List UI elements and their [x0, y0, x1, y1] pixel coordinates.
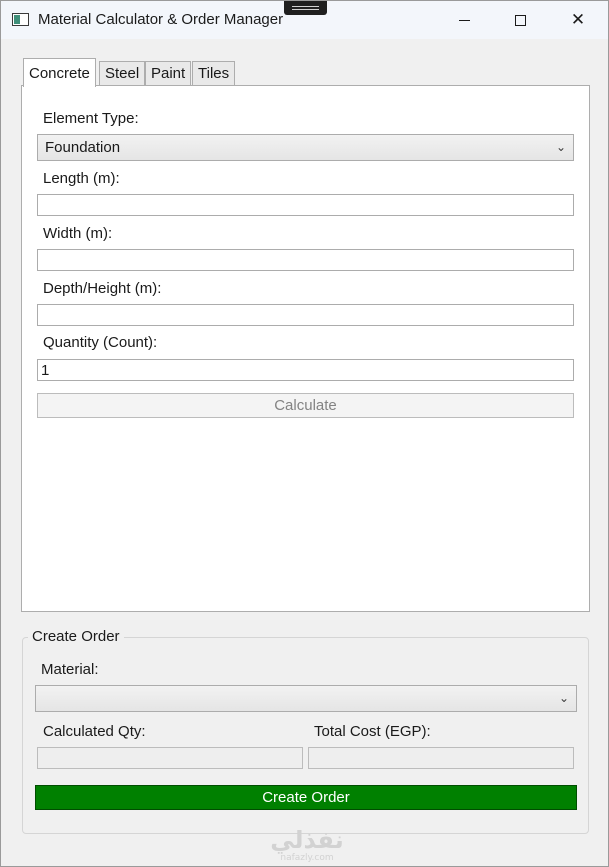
tab-steel[interactable]: Steel	[99, 61, 146, 86]
total-cost-field[interactable]	[308, 747, 574, 769]
element-type-value: Foundation	[45, 139, 121, 156]
app-window-icon	[12, 13, 29, 26]
length-input[interactable]	[37, 194, 574, 216]
quantity-input[interactable]: 1	[37, 359, 574, 381]
title-bar[interactable]: Material Calculator & Order Manager ✕	[1, 1, 608, 39]
watermark-sub: nafazly.com	[280, 853, 334, 863]
element-type-label: Element Type:	[43, 110, 139, 127]
tab-tiles[interactable]: Tiles	[192, 61, 236, 86]
material-select[interactable]: ⌄	[35, 685, 577, 712]
window-title: Material Calculator & Order Manager	[38, 11, 284, 28]
tab-paint[interactable]: Paint	[145, 61, 192, 86]
watermark-main: نفذلي	[270, 826, 344, 854]
calculate-button[interactable]: Calculate	[37, 393, 574, 418]
material-label: Material:	[41, 661, 99, 678]
maximize-button[interactable]	[491, 1, 549, 39]
minimize-icon	[458, 19, 470, 21]
tab-concrete[interactable]: Concrete	[23, 58, 96, 87]
calculated-qty-field[interactable]	[37, 747, 303, 769]
create-order-title: Create Order	[28, 628, 124, 645]
depth-height-input[interactable]	[37, 304, 574, 326]
quantity-label: Quantity (Count):	[43, 334, 158, 351]
depth-height-label: Depth/Height (m):	[43, 280, 162, 297]
chevron-down-icon: ⌄	[555, 140, 566, 154]
snap-handle[interactable]	[284, 1, 327, 15]
element-type-select[interactable]: Foundation ⌄	[37, 134, 574, 161]
total-cost-label: Total Cost (EGP):	[314, 723, 431, 740]
chevron-down-icon: ⌄	[558, 691, 569, 705]
width-label: Width (m):	[43, 225, 113, 242]
length-label: Length (m):	[43, 170, 120, 187]
width-input[interactable]	[37, 249, 574, 271]
maximize-icon	[514, 14, 526, 26]
app-window: Material Calculator & Order Manager ✕ Co…	[0, 0, 609, 867]
watermark-logo: نفذلي nafazly.com	[267, 827, 347, 867]
calculated-qty-label: Calculated Qty:	[43, 723, 146, 740]
close-button[interactable]: ✕	[549, 1, 607, 39]
close-icon: ✕	[570, 9, 586, 30]
create-order-button[interactable]: Create Order	[35, 785, 577, 810]
minimize-button[interactable]	[435, 1, 493, 39]
